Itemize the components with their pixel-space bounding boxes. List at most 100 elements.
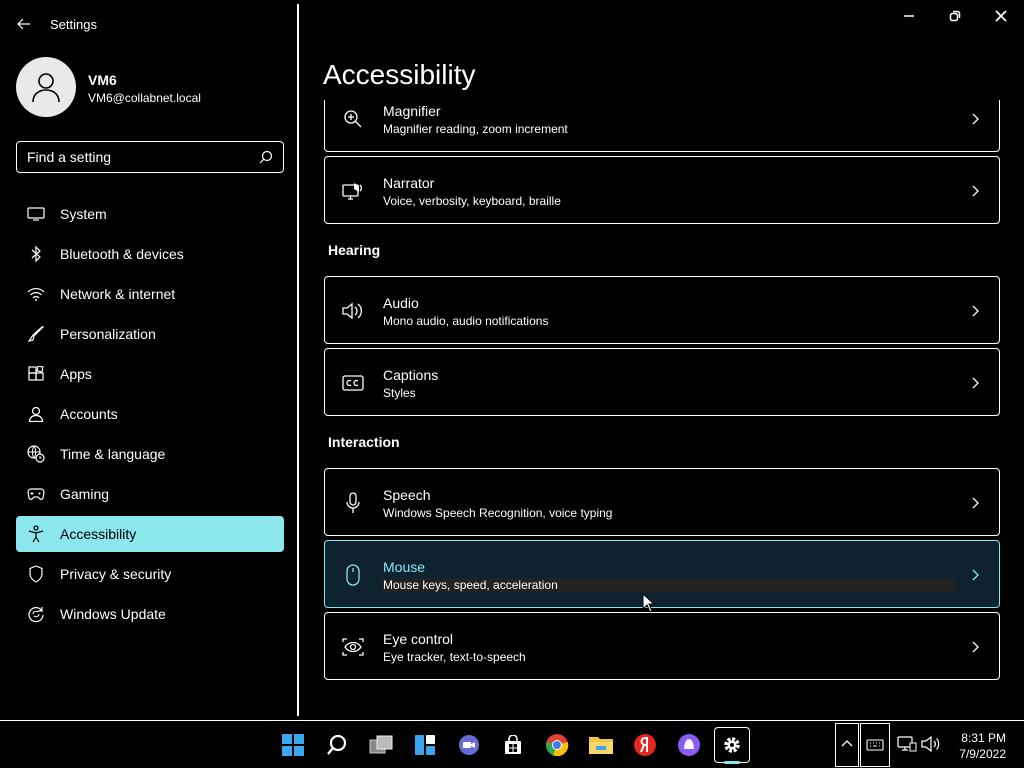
- sidebar-item-time-language[interactable]: Time & language: [16, 436, 284, 472]
- card-title: Magnifier: [383, 103, 441, 119]
- sidebar-item-accessibility[interactable]: Accessibility: [16, 516, 284, 552]
- sidebar-item-apps[interactable]: Apps: [16, 356, 284, 392]
- input-indicator-button[interactable]: [860, 723, 890, 767]
- active-app-indicator: [724, 761, 740, 764]
- card-title: Narrator: [383, 175, 435, 191]
- brush-icon: [26, 324, 46, 344]
- restore-icon: [949, 10, 961, 22]
- search-input[interactable]: Find a setting: [16, 141, 284, 173]
- network-status-button[interactable]: [897, 735, 917, 755]
- card-speech[interactable]: Speech Windows Speech Recognition, voice…: [324, 468, 1000, 536]
- sidebar-item-network[interactable]: Network & internet: [16, 276, 284, 312]
- start-button[interactable]: [275, 727, 311, 763]
- card-subtitle: Styles: [383, 386, 416, 400]
- chrome-icon: [546, 734, 569, 757]
- settings-taskbar-button[interactable]: [714, 727, 750, 763]
- sidebar-item-label: Bluetooth & devices: [60, 246, 184, 262]
- card-captions[interactable]: Captions Styles: [324, 348, 1000, 416]
- search-icon: [327, 734, 347, 755]
- sidebar-item-windows-update[interactable]: Windows Update: [16, 596, 284, 632]
- sidebar-item-label: Accounts: [60, 406, 118, 422]
- app-title: Settings: [50, 17, 97, 32]
- sidebar-item-label: Accessibility: [60, 526, 137, 542]
- sidebar-item-label: Time & language: [60, 446, 166, 462]
- clock-date: 7/9/2022: [959, 747, 1006, 761]
- card-narrator[interactable]: Narrator Voice, verbosity, keyboard, bra…: [324, 156, 1000, 224]
- card-title: Eye control: [383, 631, 454, 647]
- task-view-button[interactable]: [363, 727, 399, 763]
- widgets-icon: [415, 735, 435, 755]
- sidebar-item-privacy-security[interactable]: Privacy & security: [16, 556, 284, 592]
- section-heading-interaction: Interaction: [328, 434, 400, 450]
- card-mouse[interactable]: Mouse Mouse keys, speed, acceleration: [324, 540, 1000, 608]
- chevron-right-icon: [972, 305, 979, 317]
- back-button[interactable]: [12, 12, 36, 36]
- store-button[interactable]: [495, 727, 531, 763]
- chevron-right-icon: [972, 569, 979, 581]
- chevron-right-icon: [972, 185, 979, 197]
- volume-button[interactable]: [921, 735, 941, 755]
- card-title: Audio: [383, 295, 419, 311]
- yandex-browser-button[interactable]: [627, 727, 663, 763]
- user-name: VM6: [88, 72, 117, 88]
- card-eye-control[interactable]: Eye control Eye tracker, text-to-speech: [324, 612, 1000, 680]
- search-icon: [259, 150, 273, 164]
- arrow-left-icon: [17, 18, 30, 30]
- card-magnifier[interactable]: Magnifier Magnifier reading, zoom increm…: [324, 100, 1000, 152]
- sidebar-item-gaming[interactable]: Gaming: [16, 476, 284, 512]
- close-button[interactable]: [981, 4, 1021, 28]
- card-audio[interactable]: Audio Mono audio, audio notifications: [324, 276, 1000, 344]
- clock-time: 8:31 PM: [961, 731, 1006, 745]
- card-title: Captions: [383, 367, 439, 383]
- close-icon: [995, 10, 1007, 22]
- sidebar-item-label: Privacy & security: [60, 566, 172, 582]
- mouse-cursor-icon: [642, 593, 656, 613]
- gamepad-icon: [26, 484, 46, 504]
- widgets-button[interactable]: [407, 727, 443, 763]
- chat-button[interactable]: [451, 727, 487, 763]
- chevron-right-icon: [972, 113, 979, 125]
- chat-icon: [459, 735, 479, 755]
- card-subtitle: Magnifier reading, zoom increment: [383, 122, 568, 136]
- sidebar-item-label: Apps: [60, 366, 92, 382]
- chrome-button[interactable]: [539, 727, 575, 763]
- wifi-icon: [26, 284, 46, 304]
- accessibility-icon: [26, 524, 46, 544]
- minimize-button[interactable]: [889, 4, 929, 28]
- update-icon: [26, 604, 46, 624]
- chevron-right-icon: [972, 641, 979, 653]
- card-subtitle: Mono audio, audio notifications: [383, 314, 549, 328]
- restore-button[interactable]: [935, 4, 975, 28]
- sidebar-item-label: Personalization: [60, 326, 156, 342]
- sidebar-item-label: System: [60, 206, 107, 222]
- person-icon: [26, 404, 46, 424]
- alice-assistant-button[interactable]: [671, 727, 707, 763]
- avatar[interactable]: [16, 57, 76, 117]
- show-hidden-icons-button[interactable]: [835, 723, 859, 767]
- search-placeholder: Find a setting: [27, 149, 112, 165]
- sidebar-item-label: Network & internet: [60, 286, 176, 302]
- sidebar-item-label: Windows Update: [60, 606, 166, 622]
- sidebar: VM6 VM6@collabnet.local Find a setting S…: [0, 48, 298, 720]
- gear-icon: [724, 737, 740, 753]
- sidebar-item-personalization[interactable]: Personalization: [16, 316, 284, 352]
- person-icon: [32, 73, 60, 103]
- page-title: Accessibility: [323, 59, 476, 90]
- narrator-icon: [341, 179, 365, 203]
- taskbar-search-button[interactable]: [319, 727, 355, 763]
- sidebar-item-label: Gaming: [60, 486, 110, 502]
- card-subtitle: Windows Speech Recognition, voice typing: [383, 506, 613, 520]
- bluetooth-icon: [26, 244, 46, 264]
- main-content: Magnifier Magnifier reading, zoom increm…: [299, 100, 1024, 720]
- sidebar-item-accounts[interactable]: Accounts: [16, 396, 284, 432]
- sidebar-item-system[interactable]: System: [16, 196, 284, 232]
- card-subtitle: Voice, verbosity, keyboard, braille: [383, 194, 561, 208]
- file-explorer-button[interactable]: [583, 727, 619, 763]
- section-heading-hearing: Hearing: [328, 242, 381, 258]
- chevron-right-icon: [972, 377, 979, 389]
- taskbar: 8:31 PM 7/9/2022: [0, 720, 1024, 768]
- shield-icon: [26, 564, 46, 584]
- windows-logo-icon: [282, 734, 304, 756]
- sidebar-item-bluetooth[interactable]: Bluetooth & devices: [16, 236, 284, 272]
- speaker-icon: [341, 299, 365, 323]
